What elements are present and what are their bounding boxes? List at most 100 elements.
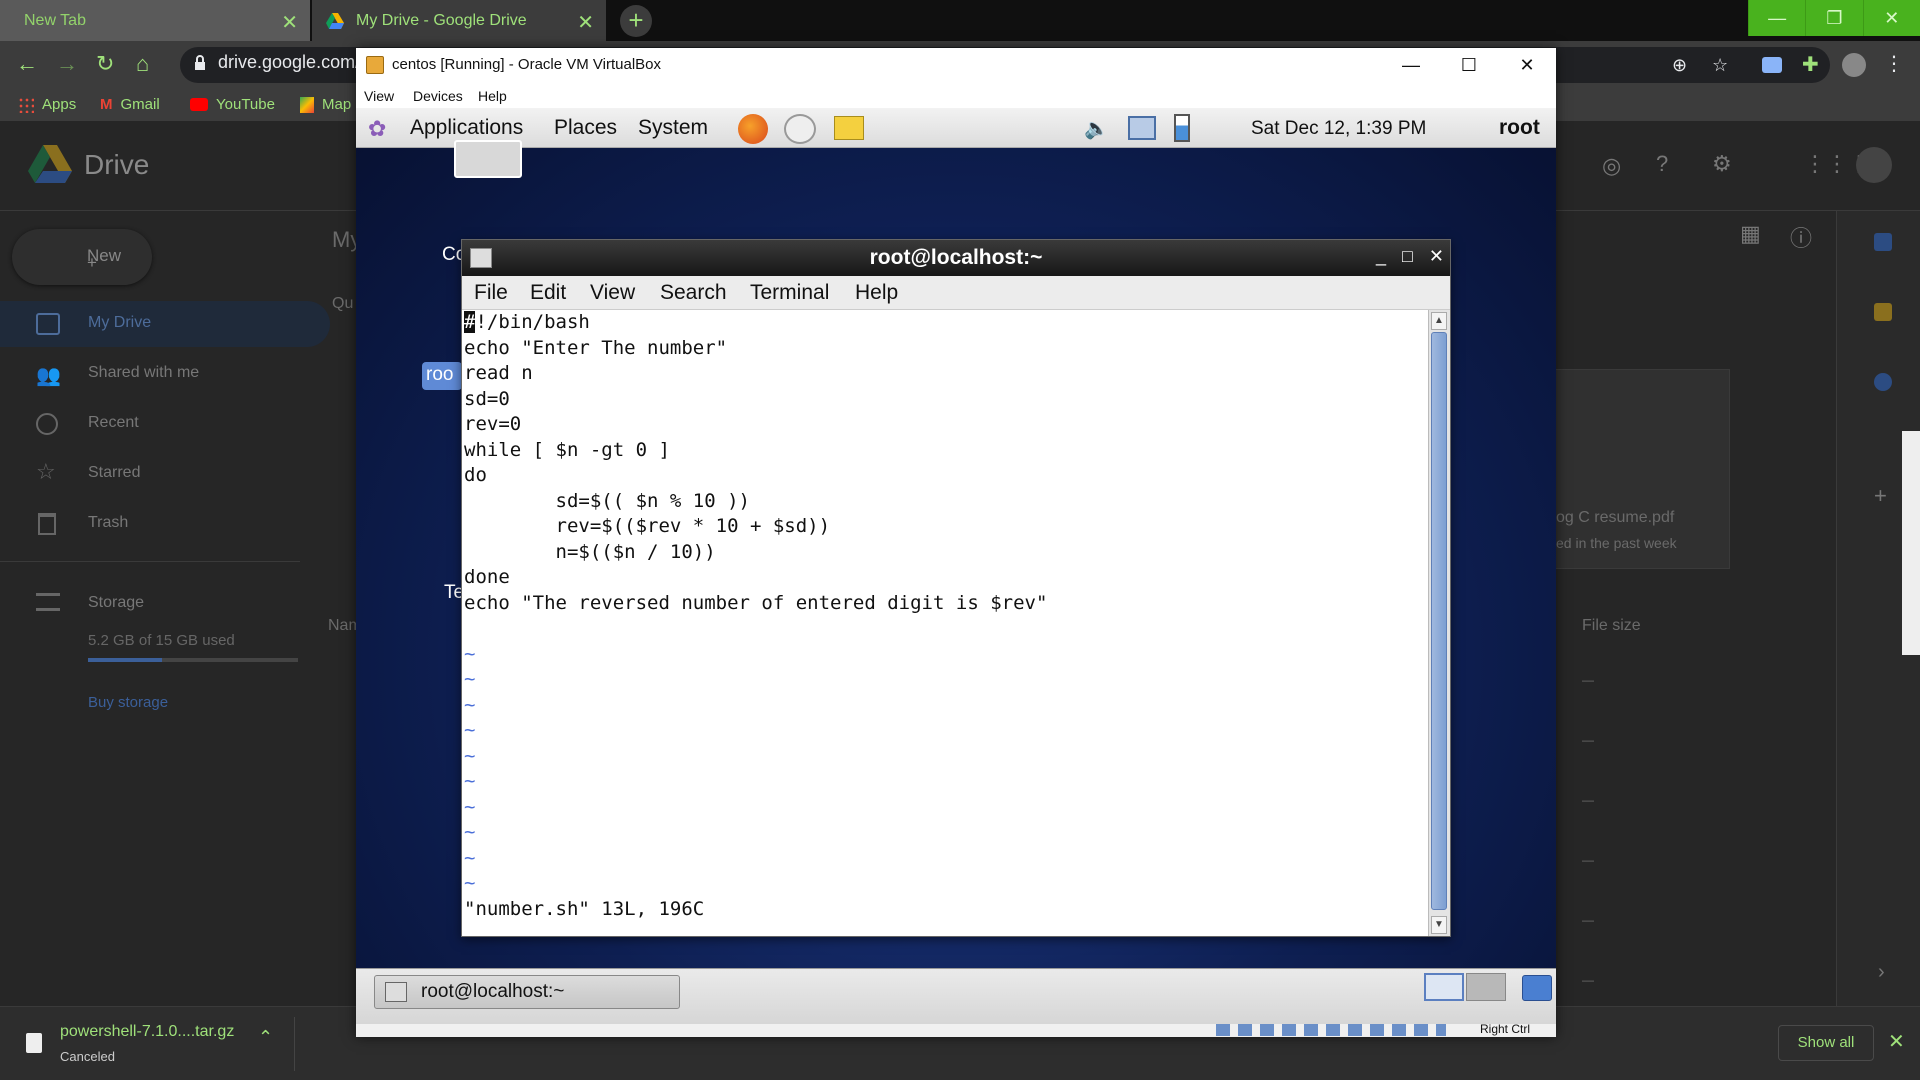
menu-help[interactable]: Help — [855, 281, 898, 305]
new-tab-button[interactable]: + — [620, 5, 652, 37]
chevron-right-icon[interactable]: › — [1878, 961, 1885, 984]
close-icon[interactable]: ✕ — [1498, 48, 1556, 84]
tasks-icon[interactable] — [1874, 373, 1892, 391]
menu-view[interactable]: View — [590, 281, 635, 305]
menu-system[interactable]: System — [638, 116, 708, 140]
restore-icon[interactable]: ❐ — [1805, 0, 1862, 36]
notes-icon[interactable] — [834, 116, 864, 140]
zoom-icon[interactable]: ⊕ — [1672, 55, 1692, 75]
chevron-up-icon[interactable]: ⌃ — [258, 1027, 273, 1048]
storage-bar-fill — [88, 658, 162, 662]
gnome-top-panel: ✿ Applications Places System 🔈 Sat Dec 1… — [356, 108, 1556, 148]
menu-edit[interactable]: Edit — [530, 281, 566, 305]
url-text[interactable]: drive.google.com/ — [218, 52, 360, 73]
menu-view[interactable]: View — [364, 88, 394, 104]
maximize-icon[interactable]: □ — [1402, 246, 1413, 267]
help-icon[interactable]: ? — [1656, 151, 1668, 177]
page-scrollbar-thumb[interactable] — [1902, 431, 1920, 655]
workspace-2[interactable] — [1466, 973, 1506, 1001]
guest-screen[interactable]: ✿ Applications Places System 🔈 Sat Dec 1… — [356, 108, 1556, 1024]
file-size-cell: — — [1582, 673, 1594, 687]
battery-icon[interactable] — [1174, 114, 1190, 142]
account-avatar[interactable] — [1856, 147, 1892, 183]
user-menu[interactable]: root — [1499, 116, 1540, 140]
close-icon[interactable]: ✕ — [1888, 1029, 1905, 1054]
firefox-icon[interactable] — [738, 114, 768, 144]
terminal-line: done — [464, 566, 510, 588]
maximize-icon[interactable]: ☐ — [1440, 48, 1498, 84]
network-icon[interactable] — [1128, 116, 1156, 140]
sidebar-item-recent[interactable]: Recent — [0, 401, 330, 447]
scrollbar-thumb[interactable] — [1431, 332, 1447, 910]
terminal-text-area[interactable]: #!/bin/bash echo "Enter The number" read… — [462, 310, 1428, 936]
sidebar-item-label: Starred — [88, 464, 141, 481]
sidebar-item-my-drive[interactable]: My Drive — [0, 301, 330, 347]
terminal-line: while [ $n -gt 0 ] — [464, 438, 670, 461]
grid-view-icon[interactable]: ▦ — [1740, 221, 1761, 247]
vim-empty-line: ~ — [464, 744, 476, 767]
forward-icon[interactable]: → — [56, 51, 78, 77]
status-device-icons[interactable] — [1216, 1024, 1446, 1036]
star-icon[interactable]: ☆ — [1712, 55, 1732, 75]
taskbar-terminal-button[interactable]: root@localhost:~ — [374, 975, 680, 1009]
minimize-icon[interactable]: — — [1748, 0, 1805, 36]
bookmark-apps[interactable]: Apps — [18, 96, 76, 113]
reload-icon[interactable]: ↻ — [96, 51, 114, 77]
computer-desktop-icon[interactable] — [454, 140, 522, 178]
drive-logo-text: Drive — [84, 149, 150, 180]
minimize-icon[interactable]: — — [1382, 48, 1440, 84]
menu-help[interactable]: Help — [478, 88, 507, 104]
close-icon[interactable]: ✕ — [1862, 0, 1920, 36]
menu-search[interactable]: Search — [660, 281, 727, 305]
info-icon[interactable]: ⓘ — [1790, 221, 1812, 253]
download-filename[interactable]: powershell-7.1.0....tar.gz — [60, 1023, 234, 1041]
tab-google-drive[interactable]: My Drive - Google Drive ✕ — [312, 0, 606, 41]
clock[interactable]: Sat Dec 12, 1:39 PM — [1251, 118, 1426, 140]
extensions-icon[interactable]: ✚ — [1802, 52, 1822, 76]
virtualbox-titlebar[interactable]: centos [Running] - Oracle VM VirtualBox … — [356, 48, 1556, 84]
menu-icon[interactable]: ⋮ — [1884, 51, 1904, 75]
menu-terminal[interactable]: Terminal — [750, 281, 829, 305]
show-all-button[interactable]: Show all — [1778, 1025, 1874, 1061]
sidebar-item-shared[interactable]: 👥 Shared with me — [0, 351, 330, 397]
file-size-cell: — — [1582, 973, 1594, 987]
buy-storage-link[interactable]: Buy storage — [88, 694, 168, 711]
scroll-up-arrow[interactable]: ▲ — [1431, 312, 1447, 330]
workspace-1[interactable] — [1424, 973, 1464, 1001]
menu-file[interactable]: File — [474, 281, 508, 305]
add-addon-icon[interactable]: + — [1874, 483, 1887, 509]
sidebar-item-starred[interactable]: ☆ Starred — [0, 451, 330, 497]
volume-icon[interactable]: 🔈 — [1084, 116, 1109, 141]
calendar-icon[interactable] — [1874, 233, 1892, 251]
desktop-icon-label: roo — [426, 364, 454, 385]
bookmark-maps[interactable]: Map — [300, 96, 351, 113]
menu-places[interactable]: Places — [554, 116, 617, 140]
sidebar-item-label: Recent — [88, 414, 139, 431]
home-icon[interactable]: ⌂ — [136, 51, 149, 77]
close-tab-icon[interactable]: ✕ — [281, 10, 298, 35]
quick-file-name[interactable]: og C resume.pdf — [1556, 509, 1674, 527]
sidebar-item-trash[interactable]: Trash — [0, 501, 330, 547]
terminal-titlebar[interactable]: root@localhost:~ _ □ ✕ — [462, 240, 1450, 276]
scroll-down-arrow[interactable]: ▼ — [1431, 916, 1447, 934]
tab-new-tab[interactable]: New Tab ✕ — [0, 0, 310, 41]
back-icon[interactable]: ← — [16, 51, 38, 77]
mail-client-icon[interactable] — [784, 114, 816, 144]
close-icon[interactable]: ✕ — [1429, 246, 1444, 267]
menu-devices[interactable]: Devices — [413, 88, 463, 104]
home-desktop-icon-selected[interactable]: roo — [422, 362, 462, 390]
offline-icon[interactable]: ◎ — [1602, 153, 1621, 179]
sidebar-item-storage[interactable]: Storage — [0, 581, 330, 627]
minimize-icon[interactable]: _ — [1376, 246, 1386, 267]
camera-extension-icon[interactable] — [1762, 57, 1782, 73]
close-tab-icon[interactable]: ✕ — [577, 10, 594, 35]
menu-applications[interactable]: Applications — [410, 116, 523, 140]
bookmark-youtube[interactable]: YouTube — [190, 96, 275, 113]
window-title: centos [Running] - Oracle VM VirtualBox — [392, 56, 662, 73]
settings-gear-icon[interactable]: ⚙ — [1712, 151, 1732, 177]
bookmark-gmail[interactable]: M Gmail — [100, 96, 160, 113]
profile-avatar[interactable] — [1842, 53, 1866, 77]
new-button[interactable]: + New — [12, 229, 152, 285]
keep-icon[interactable] — [1874, 303, 1892, 321]
trash-applet-icon[interactable] — [1522, 975, 1552, 1001]
